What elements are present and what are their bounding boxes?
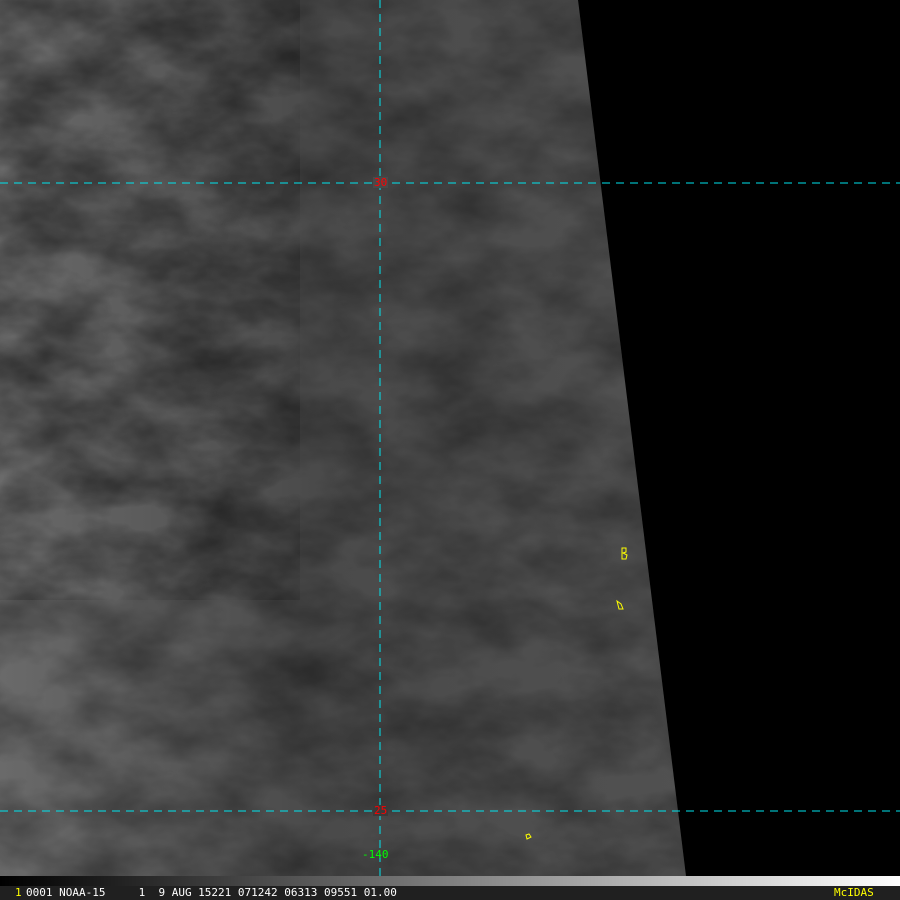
frame-number: 1 bbox=[15, 886, 22, 899]
lon-label-140: -140 bbox=[362, 848, 389, 861]
satellite-image bbox=[0, 0, 900, 876]
image-info: 0001 NOAA-15 1 9 AUG 15221 071242 06313 … bbox=[26, 886, 397, 899]
satellite-image-viewer: 30 25 -140 1 0001 NOAA-15 1 9 AUG 15221 0… bbox=[0, 0, 900, 900]
grayscale-bar bbox=[0, 876, 900, 886]
status-bar: 1 0001 NOAA-15 1 9 AUG 15221 071242 06313… bbox=[0, 886, 900, 900]
lat-label-25: 25 bbox=[373, 804, 389, 817]
mcidas-label: McIDAS bbox=[834, 886, 874, 899]
lat-label-30: 30 bbox=[373, 176, 389, 189]
image-swath bbox=[0, 0, 686, 876]
